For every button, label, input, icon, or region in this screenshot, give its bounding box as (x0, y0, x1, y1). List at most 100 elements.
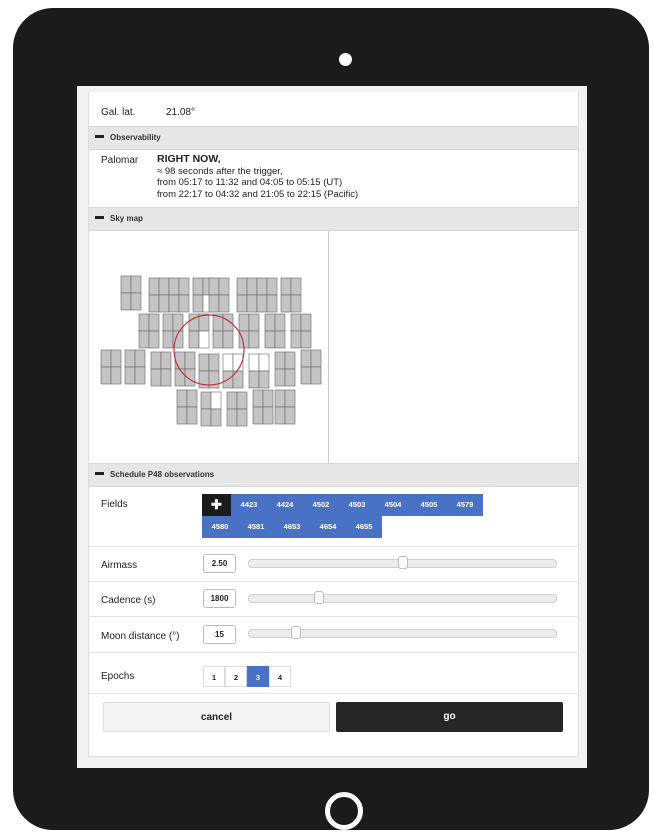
sky-tile (256, 294, 268, 313)
sky-tile (186, 389, 198, 408)
airmass-slider-handle[interactable] (398, 556, 408, 569)
observability-title: Observability (110, 133, 161, 142)
sky-tile (168, 277, 180, 296)
sky-tile (222, 330, 234, 349)
sky-map[interactable] (89, 230, 578, 463)
fields-label: Fields (101, 499, 128, 510)
sky-tile (274, 313, 286, 332)
right-now-text: RIGHT NOW, (157, 153, 221, 165)
sky-tile (290, 277, 302, 296)
cancel-button[interactable]: cancel (103, 702, 330, 732)
observability-header[interactable]: Observability (89, 126, 578, 150)
sky-tile (134, 349, 146, 368)
field-chip[interactable]: 4655 (346, 516, 382, 538)
sky-map-divider (328, 230, 329, 463)
cadence-input[interactable]: 1800 (203, 589, 236, 608)
epoch-option[interactable]: 2 (225, 666, 247, 687)
sky-tile (124, 349, 136, 368)
sky-tile (246, 277, 258, 296)
epoch-option[interactable]: 3 (247, 666, 269, 687)
sky-tile (176, 389, 188, 408)
field-chip[interactable]: 4580 (202, 516, 238, 538)
epochs-label: Epochs (101, 671, 135, 682)
sky-tile (284, 351, 296, 370)
sky-tile (300, 330, 312, 349)
obs-line: from 05:17 to 11:32 and 04:05 to 05:15 (… (157, 177, 343, 188)
sky-tile (148, 294, 160, 313)
sky-tile (222, 353, 234, 372)
epoch-option[interactable]: 4 (269, 666, 291, 687)
screen: Gal. lat. 21.08° Observability Palomar R… (77, 86, 587, 768)
skymap-title: Sky map (110, 214, 143, 223)
schedule-header[interactable]: Schedule P48 observations (89, 463, 578, 487)
collapse-icon[interactable] (95, 135, 104, 139)
sky-tile (110, 349, 122, 368)
sky-tile (284, 368, 296, 387)
observability-info: RIGHT NOW, ≈ 98 seconds after the trigge… (157, 153, 359, 200)
sky-tile (246, 294, 258, 313)
sky-tile (300, 349, 312, 368)
epoch-option[interactable]: 1 (203, 666, 225, 687)
sky-tile (160, 351, 172, 370)
sky-tile (150, 368, 162, 387)
sky-tile (138, 330, 150, 349)
collapse-icon[interactable] (95, 216, 104, 220)
go-button[interactable]: go (336, 702, 563, 732)
field-chip[interactable]: 4653 (274, 516, 310, 538)
field-chip[interactable]: 4654 (310, 516, 346, 538)
sky-tile (290, 313, 302, 332)
sky-map-canvas[interactable] (89, 230, 328, 463)
sky-tile (148, 330, 160, 349)
airmass-slider[interactable] (248, 556, 557, 569)
field-chip[interactable]: 4504 (375, 494, 411, 516)
airmass-input[interactable]: 2.50 (203, 554, 236, 573)
sky-tile (248, 353, 260, 372)
divider (89, 693, 578, 694)
sky-tile (264, 313, 276, 332)
add-field-button[interactable]: ✚ (202, 494, 231, 516)
sky-tile (188, 330, 200, 349)
sky-tile (284, 389, 296, 408)
sky-tile (236, 294, 248, 313)
sky-tile (162, 330, 174, 349)
sky-tile (310, 366, 322, 385)
field-chip[interactable]: 4502 (303, 494, 339, 516)
cadence-slider-handle[interactable] (314, 591, 324, 604)
sky-tile (186, 406, 198, 425)
gal-lat-label: Gal. lat. (101, 107, 136, 118)
home-button[interactable] (325, 792, 363, 830)
sky-tile (300, 366, 312, 385)
moon-distance-input[interactable]: 15 (203, 625, 236, 644)
collapse-icon[interactable] (95, 472, 104, 476)
field-chip[interactable]: 4423 (231, 494, 267, 516)
obs-line: ≈ 98 seconds after the trigger, (157, 165, 283, 177)
field-chip[interactable]: 4581 (238, 516, 274, 538)
camera-icon (339, 53, 352, 66)
sky-tile (138, 313, 150, 332)
field-chip[interactable]: 4424 (267, 494, 303, 516)
sky-tile (208, 277, 220, 296)
skymap-header[interactable]: Sky map (89, 207, 578, 231)
sky-tile (290, 294, 302, 313)
moon-distance-slider[interactable] (248, 626, 557, 639)
sky-tile (274, 406, 286, 425)
sky-tile (148, 313, 160, 332)
sky-tile (174, 368, 186, 387)
sky-tile (184, 351, 196, 370)
sky-tile (274, 351, 286, 370)
sky-tile (256, 277, 268, 296)
sky-tile (274, 368, 286, 387)
obs-line: from 22:17 to 04:32 and 21:05 to 22:15 (… (157, 188, 359, 200)
moon-distance-slider-handle[interactable] (291, 626, 301, 639)
sky-tile (218, 277, 230, 296)
sky-tile (178, 277, 190, 296)
cadence-slider[interactable] (248, 591, 557, 604)
divider (89, 581, 578, 582)
sky-tile (262, 406, 274, 425)
field-chip[interactable]: 4503 (339, 494, 375, 516)
sky-tile (158, 277, 170, 296)
field-chip[interactable]: 4579 (447, 494, 483, 516)
sky-tile (208, 353, 220, 372)
field-chip[interactable]: 4505 (411, 494, 447, 516)
sky-tile (210, 391, 222, 410)
